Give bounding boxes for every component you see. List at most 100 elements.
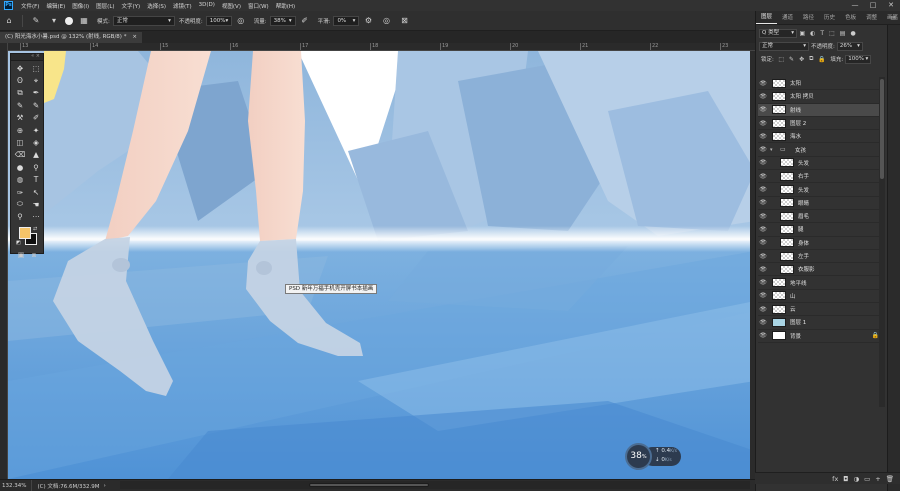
layer-row[interactable]: 👁 左手 — [758, 250, 883, 264]
lasso-tool-icon[interactable]: ʘ — [12, 74, 28, 86]
layer-group-row[interactable]: 👁 ▾ ▭ 女孩 — [758, 143, 883, 157]
performance-monitor[interactable]: 38% ↑ 0.4K/s ↓ 0K/s — [625, 443, 681, 470]
clone-stamp-icon[interactable]: ⚒ — [12, 112, 28, 124]
layer-row[interactable]: 👁 地平线 — [758, 276, 883, 290]
eye-icon[interactable]: 👁 — [758, 186, 768, 193]
layer-row[interactable]: 👁 山 — [758, 290, 883, 304]
panel-tab[interactable]: 图层 — [756, 12, 778, 24]
frame-tool-icon[interactable]: ⧉ — [12, 87, 28, 99]
pen-tool-icon[interactable]: ⌫ — [12, 149, 28, 161]
menu-item[interactable]: 编辑(E) — [46, 2, 65, 10]
trash-icon[interactable]: 🗑 — [886, 475, 894, 483]
maximize-button[interactable]: □ — [864, 0, 882, 11]
layer-row[interactable]: 👁 右手 — [758, 170, 883, 184]
path-selection-icon[interactable]: ▲ — [28, 149, 44, 161]
gear-icon[interactable]: ⚙ — [361, 14, 375, 28]
ellipse-tool-icon[interactable]: ⬭ — [12, 198, 28, 210]
scrollbar-thumb[interactable] — [309, 483, 429, 487]
brush-preset-picker[interactable] — [65, 16, 73, 25]
move-tool-icon[interactable]: ✥ — [12, 62, 28, 74]
fill-field[interactable]: 100% ▾ — [845, 54, 872, 64]
lock-icon[interactable]: 🔒 — [872, 332, 879, 339]
smooth-field[interactable]: 0% ▾ — [333, 15, 360, 26]
type-tool-icon[interactable]: T — [28, 174, 44, 186]
filter-type-icon[interactable]: T — [820, 30, 824, 37]
layer-row[interactable]: 👁 海水 — [758, 130, 883, 144]
new-group-icon[interactable]: ▭ — [864, 475, 870, 483]
eye-icon[interactable]: 👁 — [758, 173, 768, 180]
airbrush-icon[interactable]: ✐ — [298, 14, 312, 28]
layer-filter-select[interactable]: Q 类型 ▾ — [759, 28, 797, 38]
eye-icon[interactable]: 👁 — [758, 80, 768, 87]
panel-menu-icon[interactable]: ≡ — [890, 14, 896, 22]
eye-icon[interactable]: 👁 — [758, 199, 768, 206]
layer-row[interactable]: 👁 太阳 — [758, 77, 883, 91]
layer-row[interactable]: 👁 太阳 拷贝 — [758, 90, 883, 104]
eye-icon[interactable]: 👁 — [758, 93, 768, 100]
eye-icon[interactable]: 👁 — [758, 120, 768, 127]
more-tools-icon[interactable]: ⋯ — [28, 211, 44, 223]
crop-tool-icon[interactable]: ⌖ — [28, 74, 44, 86]
document-canvas[interactable]: PSD 新年万福手机壳开屏书本插画 — [8, 51, 755, 479]
dodge-tool-icon[interactable]: ◈ — [28, 136, 44, 148]
eye-icon[interactable]: 👁 — [758, 319, 768, 326]
menu-item[interactable]: 选择(S) — [147, 2, 166, 10]
healing-brush-icon[interactable]: ✎ — [12, 99, 28, 111]
layer-row[interactable]: 👁 背景 🔒 — [758, 330, 883, 343]
new-layer-icon[interactable]: + — [875, 475, 880, 483]
adjustment-layer-icon[interactable]: ◑ — [853, 475, 859, 483]
layer-row[interactable]: 👁 腿 — [758, 223, 883, 237]
eye-icon[interactable]: 👁 — [758, 239, 768, 246]
layer-row[interactable]: 👁 眉毛 — [758, 210, 883, 224]
panel-tab[interactable]: 调整 — [861, 13, 882, 24]
brush-tool-icon[interactable]: ✎ — [28, 99, 44, 111]
layer-list-scrollbar[interactable] — [879, 77, 885, 407]
lock-artboard-icon[interactable]: ⧉ — [809, 55, 813, 63]
filter-shape-icon[interactable]: ⬚ — [829, 30, 835, 37]
history-brush-icon[interactable]: ✐ — [28, 112, 44, 124]
layer-row[interactable]: 👁 射线 — [758, 103, 883, 117]
home-icon[interactable]: ⌂ — [2, 14, 16, 28]
pressure-size-icon[interactable]: ◎ — [379, 14, 393, 28]
shape-tool-icon[interactable]: ● — [12, 161, 28, 173]
filter-smart-icon[interactable]: ▤ — [840, 30, 846, 37]
brush-settings-icon[interactable]: ▦ — [77, 14, 91, 28]
eraser-tool-icon[interactable]: ⊕ — [12, 124, 28, 136]
default-colors-icon[interactable]: ◩ — [16, 240, 21, 246]
vertical-ruler[interactable] — [0, 43, 8, 479]
marquee-tool-icon[interactable]: ⬚ — [28, 62, 44, 74]
blend-mode-select[interactable]: 正常 ▾ — [759, 41, 809, 51]
menu-item[interactable]: 3D(D) — [199, 2, 215, 10]
pressure-opacity-icon[interactable]: ◎ — [234, 14, 248, 28]
rotate-view-icon[interactable]: ◍ — [12, 174, 28, 186]
eye-icon[interactable]: 👁 — [758, 133, 768, 140]
panel-tab[interactable]: 色板 — [840, 13, 861, 24]
eye-icon[interactable]: 👁 — [758, 213, 768, 220]
eye-icon[interactable]: 👁 — [758, 266, 768, 273]
horizontal-scrollbar[interactable] — [120, 481, 750, 489]
eye-icon[interactable]: 👁 — [758, 306, 768, 313]
flow-field[interactable]: 38% ▾ — [269, 15, 296, 26]
zoom-tool-icon[interactable]: ⚲ — [12, 211, 28, 223]
chevron-down-icon[interactable]: ▾ — [47, 14, 61, 28]
filter-toggle-icon[interactable]: ● — [850, 30, 855, 37]
layer-opacity-field[interactable]: 26% ▾ — [836, 41, 863, 51]
mode-select[interactable]: 正常 ▾ — [112, 15, 175, 26]
collapsed-panel-dock[interactable] — [887, 25, 900, 491]
swap-colors-icon[interactable]: ⇄ — [33, 226, 37, 232]
close-tab-icon[interactable]: × — [132, 32, 137, 43]
panel-tab[interactable]: 路径 — [798, 13, 819, 24]
chevron-down-icon[interactable]: ▾ — [770, 147, 777, 153]
layer-row[interactable]: 👁 头发 — [758, 157, 883, 171]
smudge-tool-icon[interactable]: ☚ — [28, 198, 44, 210]
layer-row[interactable]: 👁 图层 1 — [758, 316, 883, 330]
minimize-button[interactable]: — — [846, 0, 864, 11]
eye-icon[interactable]: 👁 — [758, 292, 768, 299]
eye-icon[interactable]: 👁 — [758, 226, 768, 233]
menu-item[interactable]: 视图(V) — [222, 2, 241, 10]
layer-mask-icon[interactable]: ◘ — [843, 475, 848, 483]
menu-item[interactable]: 文字(Y) — [122, 2, 141, 10]
blur-tool-icon[interactable]: ◫ — [12, 136, 28, 148]
menu-item[interactable]: 图像(I) — [72, 2, 89, 10]
close-button[interactable]: ✕ — [882, 0, 900, 11]
